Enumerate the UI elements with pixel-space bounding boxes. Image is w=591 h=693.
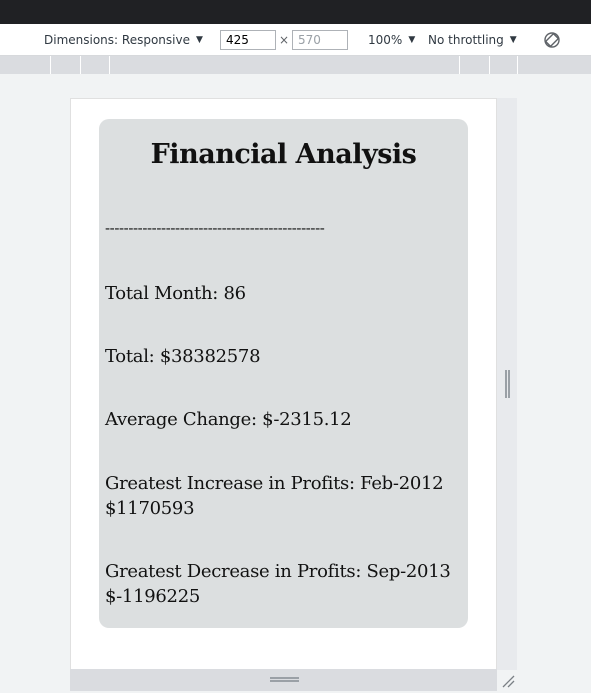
divider-line: ----------------------------------------… [105,219,325,237]
dimensions-dropdown[interactable]: Dimensions: Responsive ▼ [44,24,203,56]
ruler-segment[interactable] [80,56,110,74]
greatest-decrease-text: Greatest Decrease in Profits: Sep-2013 [105,561,451,582]
throttling-label: No throttling [428,33,504,47]
window-titlebar [0,0,591,24]
height-input[interactable]: 570 [292,30,348,50]
throttling-dropdown[interactable]: No throttling ▼ [428,24,517,56]
total-text: Total: $38382578 [105,346,261,367]
corner-resize-handle-icon[interactable] [500,673,516,689]
rotate-icon[interactable] [543,24,561,56]
width-input[interactable]: 425 [220,30,276,50]
ruler-segment[interactable] [489,56,517,74]
greatest-increase-value: $1170593 [105,498,195,519]
ruler-segment[interactable] [109,56,459,74]
chevron-down-icon: ▼ [408,35,416,45]
average-change-text: Average Change: $-2315.12 [105,409,352,430]
bottom-resize-handle-icon[interactable] [270,677,299,682]
greatest-decrease-value: $-1196225 [105,586,200,607]
ruler-segment[interactable] [517,56,518,74]
financial-analysis-card: Financial Analysis ---------------------… [99,119,468,628]
zoom-label: 100% [368,33,403,47]
device-toolbar: Dimensions: Responsive ▼ 425 × 570 100% … [0,24,591,56]
right-resize-handle-icon[interactable] [505,370,510,398]
zoom-dropdown[interactable]: 100% ▼ [368,24,415,56]
ruler-segment[interactable] [50,56,80,74]
total-months-text: Total Month: 86 [105,283,246,304]
times-icon: × [279,33,290,47]
dimensions-label: Dimensions: Responsive [44,33,190,47]
page-title: Financial Analysis [150,139,417,170]
ruler-segment[interactable] [459,56,489,74]
chevron-down-icon: ▼ [509,35,517,45]
greatest-increase-text: Greatest Increase in Profits: Feb-2012 [105,473,444,494]
media-query-ruler[interactable] [0,56,591,74]
chevron-down-icon: ▼ [195,35,203,45]
